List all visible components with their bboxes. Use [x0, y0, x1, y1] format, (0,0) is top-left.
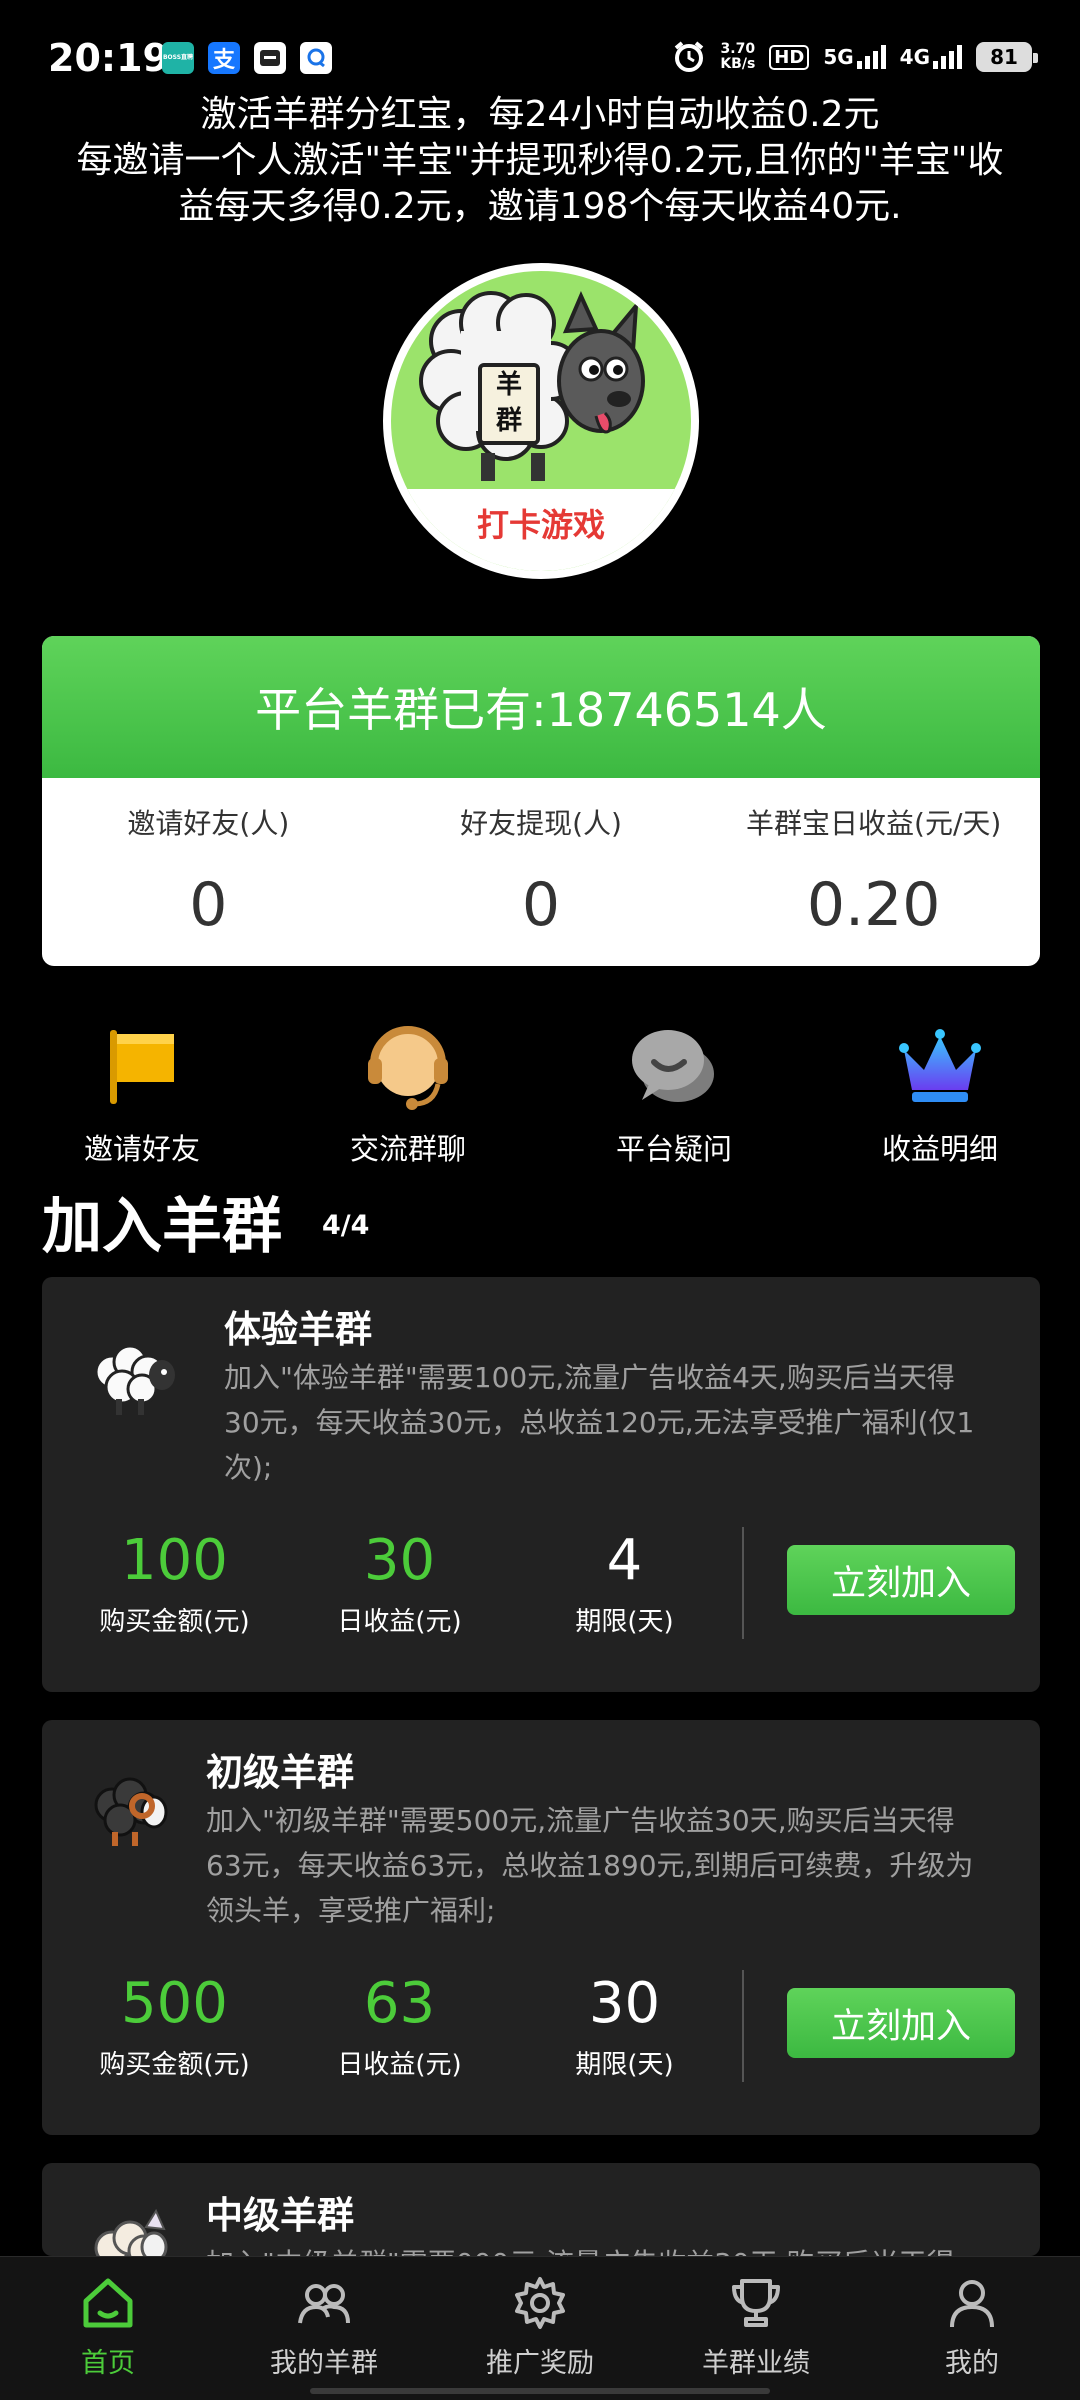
hd-indicator: HD [769, 44, 810, 70]
network-speed: 3.70 KB/s [720, 41, 756, 72]
group-card-beginner: 初级羊群 加入"初级羊群"需要500元,流量广告收益30天,购买后当天得 63元… [42, 1720, 1040, 2135]
join-button[interactable]: 立刻加入 [787, 1545, 1015, 1615]
metric-daily-income: 30 日收益(元) [337, 1528, 462, 1638]
metric-price: 500 购买金额(元) [99, 1971, 250, 2081]
group-metrics: 100 购买金额(元) 30 日收益(元) 4 期限(天) [62, 1531, 737, 1638]
sheep-logo-icon [419, 291, 645, 481]
trophy-icon [726, 2273, 786, 2333]
quick-menu: 邀请好友 交流群聊 平台疑问 收益明细 [42, 1020, 1040, 1166]
signal-5g: 5G [823, 45, 886, 69]
metric-daily-income: 63 日收益(元) [337, 1971, 462, 2081]
stats-row: 邀请好友(人) 0 好友提现(人) 0 羊群宝日收益(元/天) 0.20 [42, 778, 1040, 966]
quick-invite-friends[interactable]: 邀请好友 [42, 1020, 242, 1166]
group-metrics: 500 购买金额(元) 63 日收益(元) 30 期限(天) [62, 1974, 737, 2081]
gear-icon [510, 2273, 570, 2333]
signal-bars-icon [933, 45, 962, 69]
divider [742, 1527, 744, 1639]
metric-price: 100 购买金额(元) [99, 1528, 250, 1638]
chat-app-icon [300, 42, 332, 74]
logo-banner: 打卡游戏 [391, 489, 691, 571]
alipay-icon: 支 [208, 42, 240, 74]
chat-bubble-icon [628, 1020, 720, 1112]
promo-notice: 激活羊群分红宝，每24小时自动收益0.2元 每邀请一个人激活"羊宝"并提现秒得0… [20, 92, 1060, 230]
flag-icon [96, 1020, 188, 1112]
quick-platform-faq[interactable]: 平台疑问 [574, 1020, 774, 1166]
boss-app-icon: BOSS直聘 [162, 42, 194, 74]
crown-icon [894, 1020, 986, 1112]
home-indicator[interactable] [310, 2388, 770, 2394]
stat-friend-withdrawals: 好友提现(人) 0 [460, 807, 622, 940]
divider [742, 1970, 744, 2082]
notification-icons: BOSS直聘 支 [162, 42, 332, 74]
platform-total-headline: 平台羊群已有:18746514人 [42, 636, 1040, 778]
section-count: 4/4 [322, 1210, 370, 1241]
app-logo: 羊 群 打卡游戏 [383, 263, 699, 579]
home-icon [78, 2273, 138, 2333]
wallet-app-icon [254, 42, 286, 74]
status-time: 20:19 [48, 36, 169, 80]
group-title: 中级羊群 [206, 2194, 354, 2237]
quick-group-chat[interactable]: 交流群聊 [308, 1020, 508, 1166]
signal-4g: 4G [900, 45, 962, 69]
group-card-trial: 体验羊群 加入"体验羊群"需要100元,流量广告收益4天,购买后当天得 30元，… [42, 1277, 1040, 1692]
nav-promotion-rewards[interactable]: 推广奖励 [432, 2257, 648, 2400]
battery-icon: 81 [976, 42, 1038, 72]
nav-my-groups[interactable]: 我的羊群 [216, 2257, 432, 2400]
sheep-icon [82, 1327, 182, 1427]
nav-my-profile[interactable]: 我的 [864, 2257, 1080, 2400]
group-description: 加入"体验羊群"需要100元,流量广告收益4天,购买后当天得 30元，每天收益3… [224, 1361, 975, 1484]
signal-bars-icon [856, 45, 886, 69]
metric-term: 4 期限(天) [575, 1528, 674, 1638]
group-icon [294, 2273, 354, 2333]
sheep-icon [82, 2203, 182, 2256]
notice-line-2: 每邀请一个人激活"羊宝"并提现秒得0.2元,且你的"羊宝"收 [76, 140, 1004, 181]
section-title: 加入羊群 [42, 1192, 282, 1262]
group-title: 体验羊群 [224, 1308, 372, 1351]
group-description: 加入"初级羊群"需要500元,流量广告收益30天,购买后当天得 63元，每天收益… [206, 1804, 974, 1927]
ram-sheep-icon [82, 1760, 182, 1860]
stats-card: 平台羊群已有:18746514人 邀请好友(人) 0 好友提现(人) 0 羊群宝… [42, 636, 1040, 966]
quick-income-details[interactable]: 收益明细 [840, 1020, 1040, 1166]
group-card-intermediate: 中级羊群 加入"中级羊群"需要000元,流量广告收益30天,购买后当天得 [42, 2163, 1040, 2256]
join-button[interactable]: 立刻加入 [787, 1988, 1015, 2058]
notice-line-3: 益每天多得0.2元，邀请198个每天收益40元. [178, 186, 902, 227]
bottom-navigation: 首页 我的羊群 推广奖励 羊群业绩 我的 [0, 2256, 1080, 2400]
group-description: 加入"中级羊群"需要000元,流量广告收益30天,购买后当天得 [206, 2241, 1026, 2256]
nav-home[interactable]: 首页 [0, 2257, 216, 2400]
notice-line-1: 激活羊群分红宝，每24小时自动收益0.2元 [200, 94, 880, 135]
metric-term: 30 期限(天) [575, 1971, 674, 2081]
logo-sign: 羊 群 [478, 363, 540, 445]
group-title: 初级羊群 [206, 1751, 354, 1794]
nav-group-performance[interactable]: 羊群业绩 [648, 2257, 864, 2400]
person-icon [942, 2273, 1002, 2333]
headset-icon [362, 1020, 454, 1112]
stat-invited-friends: 邀请好友(人) 0 [127, 807, 290, 940]
stat-daily-income: 羊群宝日收益(元/天) 0.20 [746, 807, 1002, 940]
alarm-icon [675, 41, 704, 72]
status-indicators: 3.70 KB/s HD 5G 4G 81 [672, 40, 1038, 74]
